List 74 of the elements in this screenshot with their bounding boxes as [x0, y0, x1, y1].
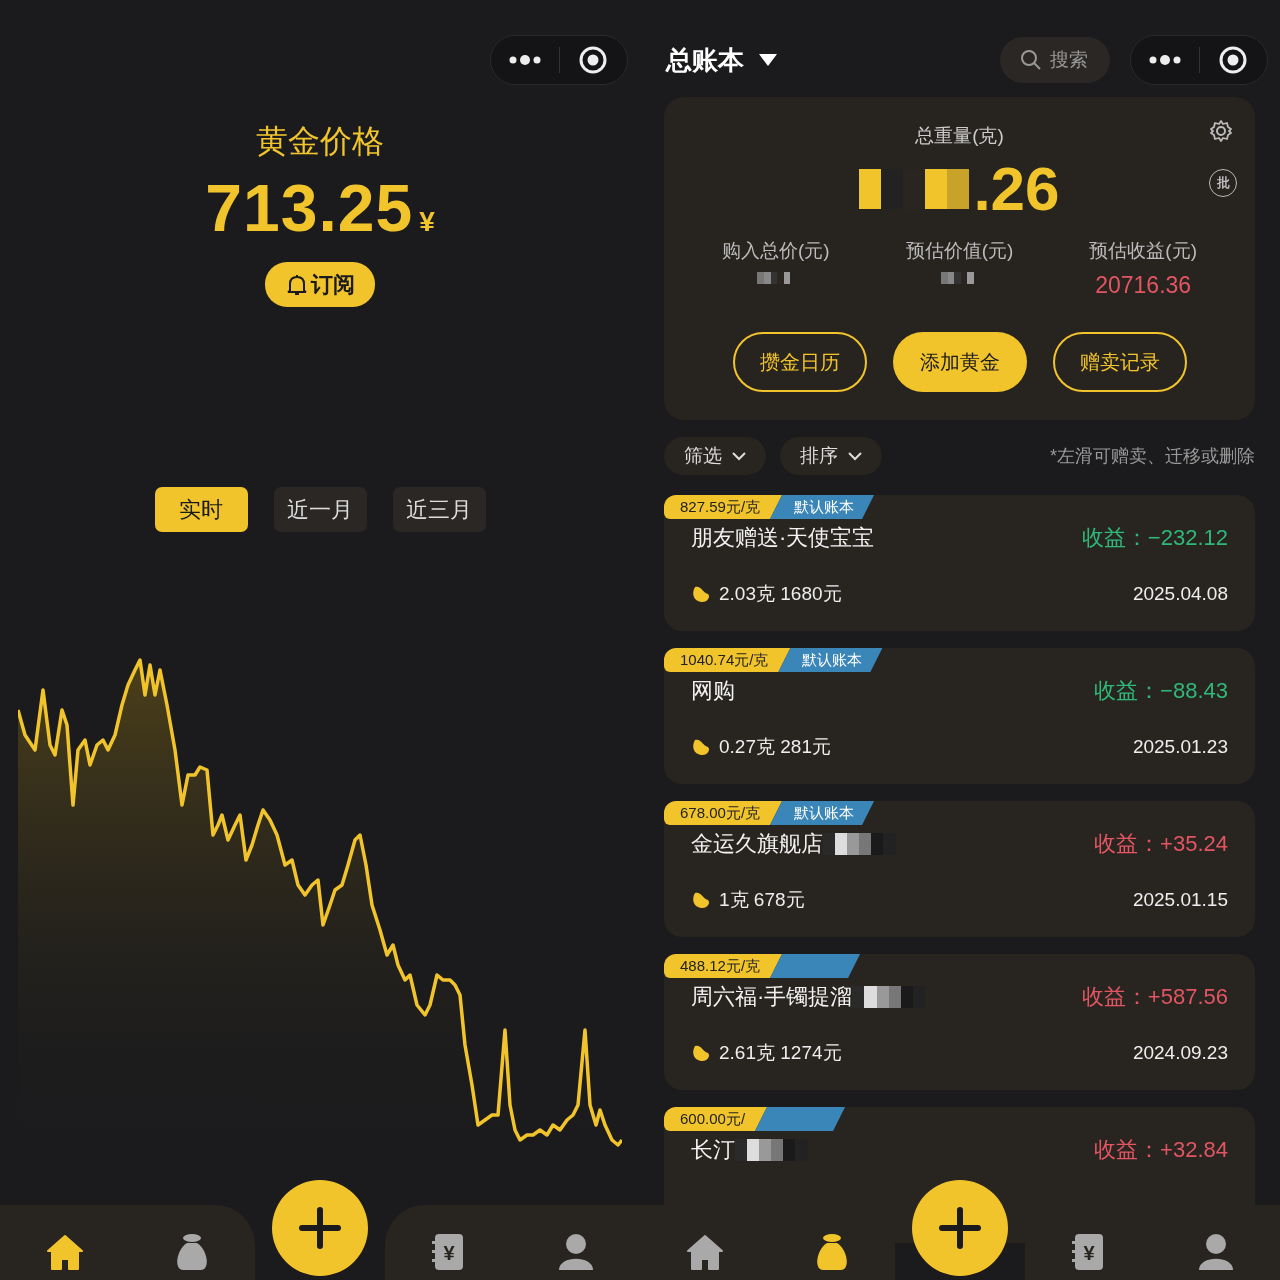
search-field[interactable]: 搜索 — [1050, 49, 1100, 71]
record-date: 2024.09.23 — [1132, 1042, 1228, 1064]
chevron-icon — [848, 451, 862, 461]
home-icon — [685, 1232, 724, 1271]
action-button[interactable]: 赠卖记录 — [1052, 332, 1187, 392]
dropdown-button[interactable]: 排序 — [780, 437, 882, 475]
chevron-icon — [732, 451, 746, 461]
record-name: 朋友赠送·天使宝宝 — [691, 524, 875, 552]
range-tab[interactable]: 近三月 — [392, 487, 486, 532]
home-icon — [45, 1232, 84, 1271]
action-button[interactable]: 攒金日历 — [732, 332, 867, 392]
record-card[interactable]: 488.12元/克 周六福·手镯提溜 收益：+587.56 2.61克 1274元 2024.09.23 — [664, 954, 1255, 1090]
action-button[interactable]: 添加黄金 — [892, 332, 1027, 392]
record-amount: 0.27克 281元 — [719, 735, 831, 759]
record-amount: 2.61克 1274元 — [719, 1041, 842, 1065]
settings-icon[interactable] — [1209, 119, 1233, 143]
profit-text: 收益：+587.56 — [1081, 983, 1228, 1011]
book-tag: 默认账本 — [770, 801, 875, 825]
money-bag-icon — [815, 1232, 850, 1271]
page-title: 黄金价格 — [255, 122, 385, 161]
stat-label: 预估价值(元) — [905, 239, 1014, 263]
record-date: 2025.04.08 — [1132, 583, 1228, 605]
record-card[interactable]: 678.00元/克 默认账本 金运久旗舰店 收益：+35.24 1克 678元 2025.01.15 — [664, 801, 1255, 937]
record-name: 周六福·手镯提溜 — [691, 983, 853, 1011]
profit-text: 收益：+35.24 — [1094, 830, 1228, 858]
stat-label: 购入总价(元) — [722, 239, 830, 263]
book-tag: 默认账本 — [778, 648, 883, 672]
bean-icon — [691, 1043, 711, 1063]
weight-label: 总重量(克) — [915, 124, 1004, 148]
currency-sign: ¥ — [419, 206, 435, 238]
dropdown-caret-icon[interactable] — [758, 53, 778, 67]
bell-icon — [285, 272, 309, 297]
price-value: 713.25 — [205, 170, 414, 246]
stat-label: 预估收益(元) — [1089, 239, 1197, 263]
stat-value: 20716.36 — [1095, 272, 1192, 299]
swipe-hint: *左滑可赠卖、迁移或删除 — [1050, 445, 1255, 468]
record-amount: 2.03克 1680元 — [719, 582, 842, 606]
close-target-icon[interactable] — [1219, 46, 1248, 74]
record-date: 2025.01.23 — [1132, 736, 1228, 758]
range-tab[interactable]: 实时 — [154, 487, 248, 532]
unit-price-tag: 600.00元/ — [664, 1107, 768, 1131]
record-card[interactable]: 1040.74元/克 默认账本 网购 收益：−88.43 0.27克 281元 2025.01.23 — [664, 648, 1255, 784]
bean-icon — [691, 737, 711, 757]
record-amount: 1克 678元 — [719, 888, 805, 912]
bean-icon — [691, 890, 711, 910]
unit-price-tag: 488.12元/克 — [664, 954, 783, 978]
book-tag: 默认账本 — [770, 495, 875, 519]
profit-text: 收益：+32.84 — [1094, 1136, 1228, 1164]
unit-price-tag: 678.00元/克 — [664, 801, 783, 825]
record-name: 网购 — [691, 677, 735, 705]
profit-text: 收益：−88.43 — [1094, 677, 1228, 705]
more-icon[interactable] — [508, 55, 541, 65]
search-icon — [1020, 49, 1042, 71]
unit-price-tag: 827.59元/克 — [664, 495, 783, 519]
total-weight: .26 — [973, 153, 1060, 224]
bean-icon — [691, 584, 711, 604]
close-target-icon[interactable] — [579, 46, 608, 74]
plus-icon — [936, 1204, 984, 1252]
tab-bar-item[interactable]: ¥ — [425, 1228, 472, 1275]
unit-price-tag: 1040.74元/克 — [664, 648, 791, 672]
more-icon[interactable] — [1148, 55, 1181, 65]
ledger-title[interactable]: 总账本 — [666, 42, 744, 78]
profit-text: 收益：−232.12 — [1081, 524, 1228, 552]
range-tab[interactable]: 近一月 — [273, 487, 367, 532]
record-name: 金运久旗舰店 — [691, 830, 823, 858]
record-date: 2025.01.15 — [1132, 889, 1228, 911]
person-icon — [557, 1232, 594, 1271]
money-bag-icon — [175, 1232, 210, 1271]
dropdown-button[interactable]: 筛选 — [664, 437, 766, 475]
subscribe-button[interactable]: 订阅 — [265, 262, 375, 307]
record-name: 长汀 — [691, 1136, 735, 1164]
record-card[interactable]: 827.59元/克 默认账本 朋友赠送·天使宝宝 收益：−232.12 2.03克 1680元 2025.04.08 — [664, 495, 1255, 631]
person-icon — [1197, 1232, 1234, 1271]
plus-icon — [296, 1204, 344, 1252]
